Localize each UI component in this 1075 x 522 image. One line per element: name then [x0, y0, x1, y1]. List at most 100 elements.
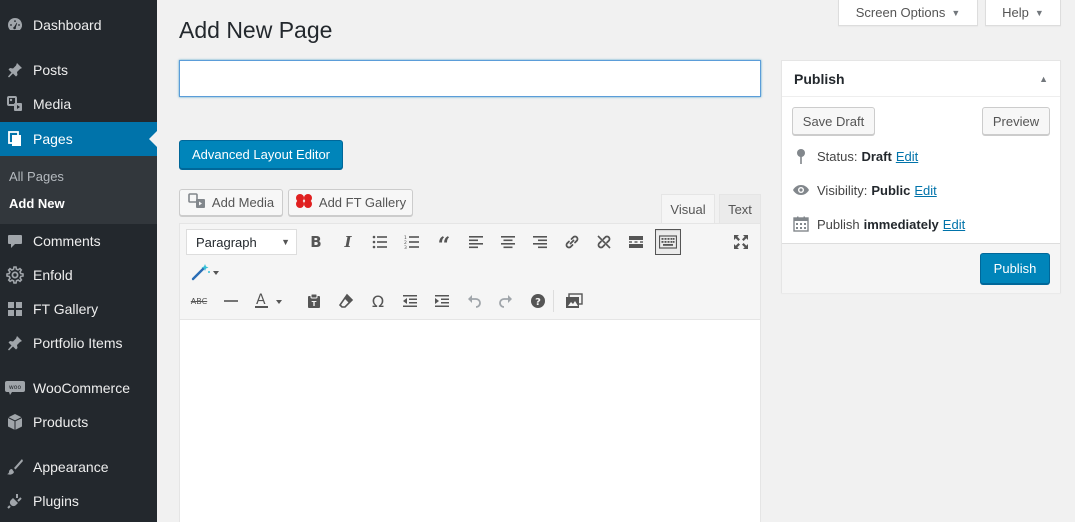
screen-options-button[interactable]: Screen Options ▼: [838, 0, 978, 26]
help-icon: ?: [531, 294, 545, 308]
add-ft-gallery-label: Add FT Gallery: [318, 195, 407, 210]
screen-options-label: Screen Options: [855, 5, 946, 20]
numbered-list-button[interactable]: 123: [399, 229, 425, 255]
special-character-button[interactable]: Ω: [365, 288, 391, 314]
remove-link-button[interactable]: [591, 229, 617, 255]
redo-icon: [499, 295, 512, 308]
publish-box-header[interactable]: Publish ▲: [782, 61, 1060, 97]
undo-button[interactable]: [461, 288, 487, 314]
menu-item-posts[interactable]: Posts: [0, 53, 157, 87]
undo-icon: [468, 295, 481, 308]
align-right-icon: [533, 236, 547, 249]
bulleted-list-button[interactable]: [367, 229, 393, 255]
page-title: Add New Page: [179, 17, 333, 43]
text-color-button[interactable]: A: [250, 288, 290, 314]
media-icon: [188, 193, 206, 212]
menu-item-plugins[interactable]: Plugins: [0, 484, 157, 518]
collapse-arrow-icon[interactable]: ▲: [1039, 74, 1048, 84]
menu-label: Pages: [33, 131, 73, 147]
italic-icon: I: [344, 233, 352, 251]
submenu-item-all-pages[interactable]: All Pages: [9, 169, 64, 184]
menu-label: Plugins: [33, 493, 79, 509]
pages-icon: [5, 129, 25, 149]
svg-text:T: T: [312, 300, 317, 308]
menu-item-comments[interactable]: Comments: [0, 224, 157, 258]
menu-label: Posts: [33, 62, 69, 78]
menu-item-products[interactable]: Products: [0, 405, 157, 439]
pin-marker-icon: [792, 148, 810, 164]
pin-icon: [5, 333, 25, 353]
menu-item-media[interactable]: Media: [0, 87, 157, 121]
visibility-row: Visibility: Public Edit: [792, 180, 937, 200]
menu-item-ft-gallery[interactable]: FT Gallery: [0, 292, 157, 326]
clear-formatting-button[interactable]: [333, 288, 359, 314]
visibility-value: Public: [871, 182, 911, 198]
save-draft-button[interactable]: Save Draft: [792, 107, 875, 135]
edit-schedule-link[interactable]: Edit: [943, 217, 965, 232]
add-media-label: Add Media: [211, 195, 275, 210]
unlink-icon: [597, 235, 611, 249]
menu-label: WooCommerce: [33, 380, 130, 396]
publish-box: Publish ▲ Save Draft Preview Status: Dra…: [781, 60, 1061, 293]
status-value: Draft: [861, 148, 892, 164]
menu-item-woocommerce[interactable]: woo WooCommerce: [0, 371, 157, 405]
redo-button[interactable]: [493, 288, 519, 314]
insert-link-button[interactable]: [559, 229, 585, 255]
submenu-item-add-new[interactable]: Add New: [9, 196, 65, 211]
dashboard-icon: [5, 15, 25, 35]
svg-text:A: A: [256, 292, 266, 308]
align-right-button[interactable]: [527, 229, 553, 255]
tab-text[interactable]: Text: [719, 194, 761, 223]
align-center-button[interactable]: [495, 229, 521, 255]
add-ft-gallery-button[interactable]: Add FT Gallery: [288, 189, 413, 216]
read-more-icon: [629, 236, 643, 248]
italic-button[interactable]: I: [335, 229, 361, 255]
pages-submenu: All Pages Add New: [0, 156, 157, 224]
publish-value: immediately: [863, 216, 939, 232]
text-color-icon: A: [255, 292, 282, 308]
menu-item-dashboard[interactable]: Dashboard: [0, 8, 157, 42]
format-select[interactable]: Paragraph ▼: [186, 229, 297, 255]
advanced-layout-editor-button[interactable]: Advanced Layout Editor: [179, 140, 343, 169]
toolbar-toggle-button[interactable]: [655, 229, 681, 255]
link-icon: [565, 235, 579, 249]
bold-button[interactable]: B: [303, 229, 329, 255]
bold-icon: B: [310, 233, 322, 251]
help-button[interactable]: Help ▼: [985, 0, 1061, 26]
preview-button[interactable]: Preview: [982, 107, 1050, 135]
keyboard-shortcuts-button[interactable]: ?: [525, 288, 551, 314]
clipboard-icon: T: [308, 293, 320, 308]
edit-status-link[interactable]: Edit: [896, 149, 918, 164]
menu-item-portfolio-items[interactable]: Portfolio Items: [0, 326, 157, 360]
menu-item-enfold[interactable]: Enfold: [0, 258, 157, 292]
strikethrough-button[interactable]: ABC: [186, 288, 212, 314]
horizontal-line-icon: [224, 300, 238, 302]
status-label: Status:: [817, 148, 858, 164]
insert-gallery-button[interactable]: [561, 288, 587, 314]
menu-label: Products: [33, 414, 89, 430]
shortcode-wand-button[interactable]: [186, 259, 226, 285]
edit-visibility-link[interactable]: Edit: [914, 183, 936, 198]
gallery-icon: [5, 299, 25, 319]
horizontal-line-button[interactable]: [218, 288, 244, 314]
publish-box-title: Publish: [794, 70, 845, 87]
add-media-button[interactable]: Add Media: [179, 189, 283, 216]
numbered-list-icon: 123: [404, 235, 419, 249]
read-more-button[interactable]: [623, 229, 649, 255]
blockquote-icon: “: [437, 233, 451, 259]
blockquote-button[interactable]: “: [431, 229, 457, 259]
fullscreen-button[interactable]: [728, 229, 754, 255]
align-left-button[interactable]: [463, 229, 489, 255]
tab-visual[interactable]: Visual: [661, 194, 715, 224]
menu-item-appearance[interactable]: Appearance: [0, 450, 157, 484]
paste-as-text-button[interactable]: T: [301, 288, 327, 314]
menu-item-pages[interactable]: Pages: [0, 122, 157, 156]
menu-label: Enfold: [33, 267, 73, 283]
title-input[interactable]: [179, 60, 761, 97]
indent-button[interactable]: [429, 288, 455, 314]
publish-button[interactable]: Publish: [980, 253, 1050, 284]
outdent-button[interactable]: [397, 288, 423, 314]
format-select-value: Paragraph: [196, 234, 257, 250]
menu-label: Dashboard: [33, 17, 102, 33]
magic-wand-icon: [191, 264, 219, 281]
